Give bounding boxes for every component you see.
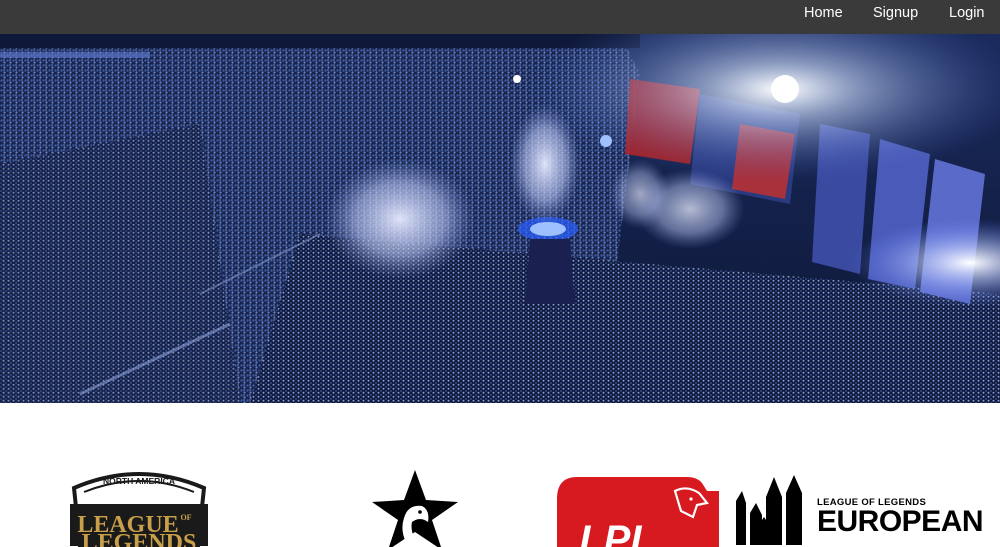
lcs-north-america-logo[interactable]: NORTH AMERICA LEAGUE OF LEGENDS — [66, 466, 212, 547]
lec-logo-mark[interactable] — [734, 473, 806, 545]
lcs-of-text: OF — [180, 513, 191, 522]
lpl-logo[interactable]: LPL — [557, 477, 719, 547]
top-navbar: Home Signup Login — [0, 0, 1000, 34]
lpl-text: LPL — [579, 518, 655, 547]
nav-home-link[interactable]: Home — [804, 0, 843, 34]
lec-line-2: EUROPEAN — [817, 505, 984, 538]
star-eagle-icon — [372, 470, 458, 547]
nav-signup-link[interactable]: Signup — [873, 0, 918, 34]
lcs-top-text: NORTH AMERICA — [103, 476, 175, 486]
hero-arena-image — [0, 34, 1000, 403]
lec-wordmark: LEAGUE OF LEGENDS EUROPEAN — [817, 497, 984, 538]
lcs-main-text-2: LEGENDS — [82, 530, 197, 547]
star-eagle-logo[interactable] — [370, 470, 460, 547]
nav-login-link[interactable]: Login — [949, 0, 984, 34]
